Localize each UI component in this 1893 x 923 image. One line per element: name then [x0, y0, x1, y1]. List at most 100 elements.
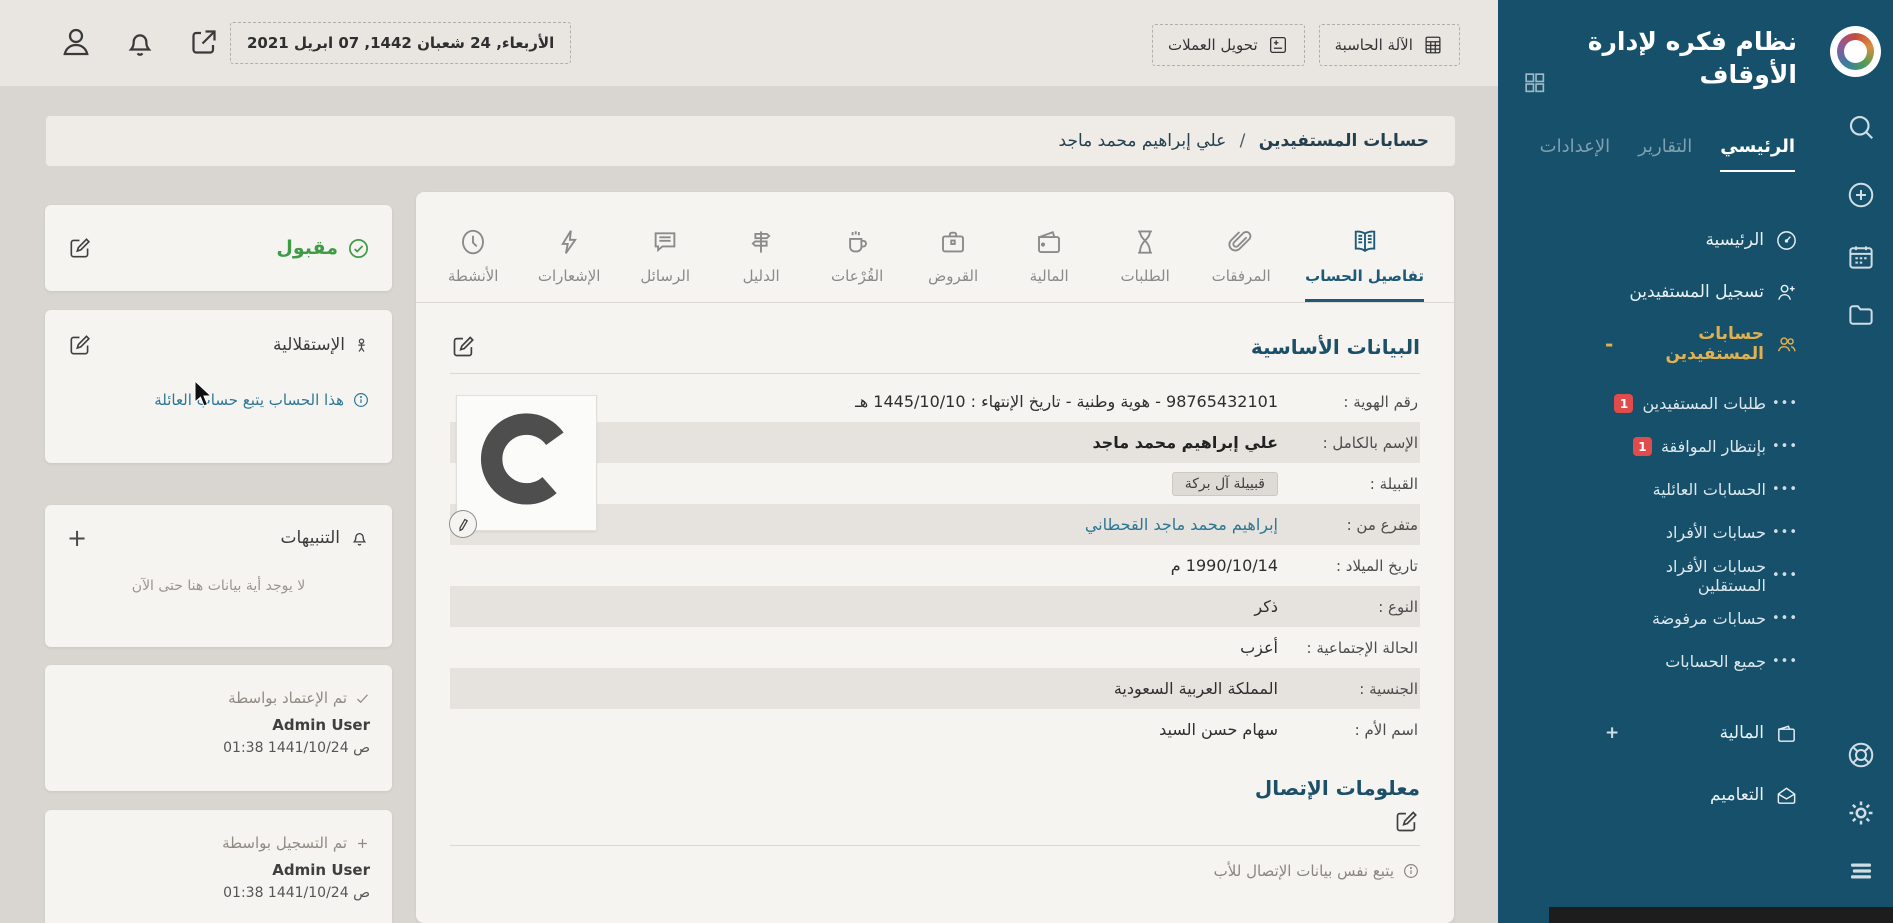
tab-notifications[interactable]: الإشعارات — [537, 210, 601, 302]
registered-by-title: تم التسجيل بواسطة — [222, 834, 347, 852]
lightning-icon — [554, 227, 584, 257]
tab-label: القُرْعات — [831, 267, 883, 285]
approved-by-title: تم الإعتماد بواسطة — [228, 689, 347, 707]
gear-icon[interactable] — [1846, 798, 1876, 828]
field-label: النوع : — [1278, 598, 1420, 616]
folder-icon[interactable] — [1846, 300, 1876, 330]
sidebar-item-label: تسجيل المستفيدين — [1629, 282, 1764, 302]
tab-activities[interactable]: الأنشطة — [441, 210, 505, 302]
sidebar-item-family-accounts[interactable]: ••• الحسابات العائلية — [1605, 468, 1798, 511]
add-alert-button[interactable]: + — [67, 528, 87, 548]
sidebar-tab-reports[interactable]: التقارير — [1638, 136, 1692, 172]
breadcrumb: حسابات المستفيدين / علي إبراهيم محمد ماج… — [46, 116, 1455, 166]
calculator-icon — [1422, 34, 1444, 56]
search-icon[interactable] — [1846, 112, 1876, 142]
sidebar-item-label: جميع الحسابات — [1665, 652, 1766, 671]
help-lifebuoy-icon[interactable] — [1846, 740, 1876, 770]
person-placeholder-icon — [457, 396, 596, 530]
registered-by-user: Admin User — [67, 861, 370, 879]
sidebar-item-pending-approval[interactable]: ••• بإنتظار الموافقة 1 — [1605, 425, 1798, 468]
tab-label: الإشعارات — [538, 267, 601, 285]
alerts-card: التنبيهات + لا يوجد أية بيانات هنا حتى ا… — [45, 505, 392, 647]
edit-basic-info-button[interactable] — [450, 333, 477, 360]
user-icon[interactable] — [58, 24, 94, 60]
edit-pencil-icon — [67, 235, 93, 261]
bell-icon[interactable] — [122, 24, 158, 60]
sidebar-item-rejected-accounts[interactable]: ••• حسابات مرفوضة — [1605, 597, 1798, 640]
tab-label: المرفقات — [1212, 267, 1271, 285]
sidebar-item-home[interactable]: الرئيسية — [1605, 214, 1798, 266]
currency-convert-button[interactable]: تحويل العملات — [1152, 24, 1305, 66]
sidebar-item-label: الرئيسية — [1705, 230, 1764, 250]
edit-status-button[interactable] — [67, 235, 93, 261]
field-label: تاريخ الميلاد : — [1278, 557, 1420, 575]
registered-by-time: 01:38 1441/10/24 ص — [67, 885, 370, 901]
app-screen: الأربعاء, 24 شعبان 1442, 07 ابريل 2021 ا… — [0, 0, 1893, 923]
basic-info-fields: رقم الهوية : 98765432101 - هوية وطنية - … — [450, 381, 1420, 750]
users-icon — [1775, 333, 1798, 356]
breadcrumb-current: علي إبراهيم محمد ماجد — [1059, 131, 1227, 151]
alerts-title: التنبيهات — [281, 528, 340, 548]
tab-draws[interactable]: القُرْعات — [825, 210, 889, 302]
breadcrumb-section[interactable]: حسابات المستفيدين — [1259, 131, 1429, 151]
share-icon[interactable] — [186, 24, 222, 60]
info-icon — [1402, 862, 1420, 880]
bottom-dark-strip — [1549, 907, 1893, 923]
wallet-icon — [1034, 227, 1064, 257]
contact-note: يتبع نفس بيانات الإتصال للأب — [450, 862, 1420, 880]
tab-label: تفاصيل الحساب — [1305, 267, 1424, 285]
status-text: مقبول — [276, 237, 338, 259]
edit-pencil-icon — [450, 333, 477, 360]
independence-note-text: هذا الحساب يتبع حساب العائلة — [154, 391, 344, 409]
ellipsis-icon: ••• — [1775, 396, 1798, 411]
sidebar-tab-main[interactable]: الرئيسي — [1720, 136, 1795, 172]
registered-by-title-row: تم التسجيل بواسطة — [67, 834, 370, 852]
wallet-icon — [1775, 722, 1798, 745]
sidebar-item-beneficiary-accounts[interactable]: حسابات المستفيدين - — [1605, 318, 1798, 370]
sidebar-item-beneficiary-requests[interactable]: ••• طلبات المستفيدين 1 — [1605, 382, 1798, 425]
count-badge: 1 — [1633, 437, 1652, 456]
tab-loans[interactable]: القروض — [921, 210, 985, 302]
field-row-birthdate: تاريخ الميلاد : 1990/10/14 م — [450, 545, 1420, 586]
ellipsis-icon: ••• — [1775, 482, 1798, 497]
hourglass-icon — [1130, 227, 1160, 257]
calendar-icon[interactable] — [1846, 242, 1876, 272]
apps-grid-icon[interactable] — [1522, 70, 1547, 95]
sidebar-tab-settings[interactable]: الإعدادات — [1540, 136, 1610, 172]
topbar-actions: الآلة الحاسبة تحويل العملات — [1152, 24, 1460, 66]
calculator-button[interactable]: الآلة الحاسبة — [1319, 24, 1460, 66]
sidebar-item-individual-accounts[interactable]: ••• حسابات الأفراد — [1605, 511, 1798, 554]
side-panel: مقبول الإستقلالية هذا الحساب يتبع حساب ا… — [45, 205, 392, 923]
bell-icon — [349, 527, 370, 548]
expand-indicator[interactable]: + — [1605, 723, 1619, 743]
sidebar-item-independent-individual-accounts[interactable]: ••• حسابات الأفراد المستقلين — [1605, 554, 1798, 597]
collapse-indicator[interactable]: - — [1605, 332, 1613, 356]
tab-directory[interactable]: الدليل — [729, 210, 793, 302]
tribe-chip[interactable]: قبييلة آل بركة — [1172, 472, 1278, 496]
sidebar-item-circulars[interactable]: التعاميم — [1605, 769, 1798, 821]
field-label: متفرع من : — [1278, 516, 1420, 534]
sidebar-item-label: الحسابات العائلية — [1653, 480, 1766, 499]
tab-account-details[interactable]: تفاصيل الحساب — [1305, 210, 1424, 302]
add-circle-icon[interactable] — [1846, 180, 1876, 210]
tab-finance[interactable]: المالية — [1017, 210, 1081, 302]
alerts-empty-text: لا يوجد أية بيانات هنا حتى الآن — [67, 578, 370, 594]
edit-independence-button[interactable] — [67, 332, 93, 358]
registered-by-card: تم التسجيل بواسطة Admin User 01:38 1441/… — [45, 810, 392, 923]
approved-by-user: Admin User — [67, 716, 370, 734]
sidebar-item-finance[interactable]: المالية + — [1605, 707, 1798, 759]
tab-attachments[interactable]: المرفقات — [1209, 210, 1273, 302]
tab-messages[interactable]: الرسائل — [633, 210, 697, 302]
independence-title-row: الإستقلالية — [273, 335, 370, 355]
current-date[interactable]: الأربعاء, 24 شعبان 1442, 07 ابريل 2021 — [230, 22, 571, 64]
approved-by-time: 01:38 1441/10/24 ص — [67, 740, 370, 756]
chat-icon — [650, 227, 680, 257]
sidebar-item-register-beneficiaries[interactable]: تسجيل المستفيدين — [1605, 266, 1798, 318]
breadcrumb-separator: / — [1240, 131, 1246, 151]
check-circle-icon — [347, 237, 370, 260]
sidebar-item-all-accounts[interactable]: ••• جميع الحسابات — [1605, 640, 1798, 683]
paperclip-icon — [1226, 227, 1256, 257]
menu-lines-icon[interactable] — [1846, 856, 1876, 886]
edit-contact-button[interactable] — [450, 808, 1420, 835]
tab-requests[interactable]: الطلبات — [1113, 210, 1177, 302]
